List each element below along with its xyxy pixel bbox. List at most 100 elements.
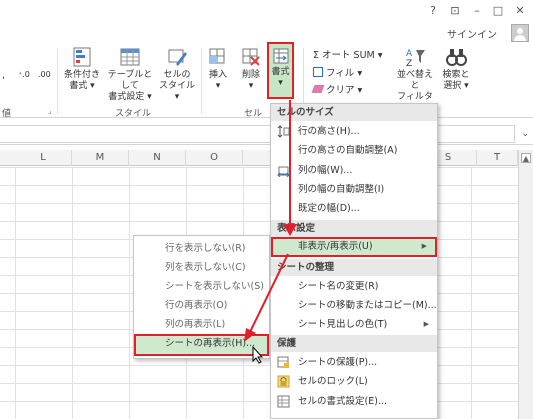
protect-sheet-icon: [277, 356, 289, 368]
format-dropdown-arrow: ▾: [278, 78, 283, 88]
cell-styles-icon: [168, 49, 187, 66]
menu-item-hide-unhide[interactable]: 非表示/再表示(U) ▶: [271, 237, 437, 257]
find-select-label: 検索と: [442, 70, 470, 80]
find-select-button[interactable]: 検索と 選択 ▾: [439, 46, 473, 92]
group-label-cells: セル: [244, 109, 263, 119]
format-button[interactable]: 書式 ▾: [267, 42, 294, 99]
cell-styles-label-2: スタイル ▾: [158, 81, 195, 102]
conditional-formatting-icon: [73, 47, 91, 67]
delete-cells-dropdown-arrow: ▾: [248, 81, 254, 91]
conditional-formatting-label-2: 書式 ▾: [69, 81, 95, 91]
delete-cells-icon: [242, 48, 260, 66]
sort-filter-label: 並べ替えと: [396, 70, 433, 91]
cell-styles-label: セルの: [163, 70, 191, 80]
column-header-m[interactable]: M: [72, 150, 129, 166]
sign-in-link[interactable]: サインイン: [447, 26, 497, 41]
menu-item-protect-sheet[interactable]: シートの保護(P)...: [271, 353, 437, 372]
menu-item-autofit-column-width[interactable]: 列の幅の自動調整(I): [271, 180, 437, 199]
column-header-n[interactable]: N: [129, 150, 186, 166]
format-dropdown-menu: セルのサイズ 行の高さ(H)... 行の高さの自動調整(A) 列の幅(W)...…: [270, 103, 438, 419]
format-as-table-button[interactable]: テーブルとして 書式設定 ▾: [104, 46, 156, 103]
menu-item-lock-cell[interactable]: セルのロック(L): [271, 372, 437, 391]
column-width-label: 列の幅(W)...: [298, 165, 353, 176]
user-avatar-icon[interactable]: [511, 24, 529, 42]
section-header-organize-sheets: シートの整理: [271, 259, 437, 276]
row-height-label: 行の高さ(H)...: [298, 126, 360, 137]
section-header-cell-size: セルのサイズ: [271, 104, 437, 121]
format-label: 書式: [271, 67, 290, 77]
binoculars-icon: [446, 49, 467, 66]
submenu-arrow-icon: ▶: [423, 320, 429, 328]
divider: [57, 48, 58, 114]
column-headers: L M N O S T: [0, 150, 533, 166]
menu-item-format-cells[interactable]: セルの書式設定(E)...: [271, 392, 437, 411]
format-cells-dialog-icon: [277, 395, 290, 408]
group-label-styles: スタイル: [115, 109, 152, 119]
fill-button[interactable]: フィル ▾: [313, 65, 362, 79]
submenu-arrow-icon: ▶: [421, 242, 427, 250]
close-button[interactable]: ✕: [512, 4, 528, 17]
lock-cell-label: セルのロック(L): [298, 376, 368, 387]
delete-cells-button[interactable]: 削除 ▾: [238, 46, 264, 92]
menu-item-tab-color[interactable]: シート見出しの色(T) ▶: [271, 315, 437, 334]
tab-color-label: シート見出しの色(T): [298, 319, 388, 330]
comma-style-button[interactable]: ,: [2, 70, 5, 81]
guide-arrow-diagonal: [244, 253, 289, 342]
number-launcher-icon[interactable]: ⌟: [48, 106, 52, 115]
column-header-o[interactable]: O: [186, 150, 243, 166]
protect-sheet-label: シートの保護(P)...: [298, 357, 378, 368]
column-header-l[interactable]: L: [15, 150, 72, 166]
decrease-decimal-button[interactable]: .00: [38, 70, 51, 79]
column-header-t[interactable]: T: [477, 150, 518, 166]
divider: [201, 48, 202, 114]
insert-cells-button[interactable]: 挿入 ▾: [205, 46, 231, 92]
ribbon-home: , ⁺.0 .00 値 ⌟ 条件付き 書式 ▾ テーブルとして 書式設定 ▾ セ…: [0, 42, 533, 119]
eraser-icon: [311, 85, 325, 93]
format-as-table-label: テーブルとして: [107, 70, 153, 91]
format-cells-label: セルの書式設定(E)...: [298, 396, 387, 407]
menu-item-default-width[interactable]: 既定の幅(D)...: [271, 199, 437, 218]
delete-cells-label: 削除: [241, 70, 260, 80]
guide-arrow-head-icon: [283, 224, 297, 236]
group-label-number: 値: [2, 109, 12, 119]
insert-cells-dropdown-arrow: ▾: [215, 81, 221, 91]
excel-window: ? ⊡ – □ ✕ サインイン , ⁺.0 .00 値 ⌟ 条件付き 書式 ▾: [0, 0, 533, 419]
conditional-formatting-button[interactable]: 条件付き 書式 ▾: [60, 46, 104, 92]
svg-text:Z: Z: [406, 59, 412, 68]
formula-bar: ⌄: [0, 123, 533, 145]
clear-label: クリア ▾: [326, 85, 363, 96]
menu-item-row-height[interactable]: 行の高さ(H)...: [271, 122, 437, 141]
format-as-table-label-2: 書式設定 ▾: [108, 92, 152, 102]
menu-item-rename-sheet[interactable]: シート名の変更(R): [271, 277, 437, 296]
minimize-button[interactable]: –: [469, 4, 485, 17]
guide-arrow-line: [289, 100, 291, 228]
section-header-protection: 保護: [271, 335, 437, 352]
scroll-up-arrow-icon[interactable]: ▲: [521, 153, 531, 163]
vertical-scrollbar[interactable]: ▲: [518, 150, 533, 419]
cell-styles-button[interactable]: セルの スタイル ▾: [157, 46, 197, 103]
hide-unhide-label: 非表示/再表示(U): [298, 241, 373, 252]
svg-text:A: A: [406, 49, 413, 59]
conditional-formatting-label: 条件付き: [63, 70, 100, 80]
expand-formula-bar-button[interactable]: ⌄: [521, 129, 529, 139]
fill-label: フィル ▾: [326, 68, 363, 79]
menu-item-column-width[interactable]: 列の幅(W)...: [271, 161, 437, 180]
maximize-button[interactable]: □: [490, 4, 506, 17]
fill-down-icon: [313, 67, 323, 77]
format-as-table-icon: [120, 48, 140, 66]
increase-decimal-button[interactable]: ⁺.0: [18, 70, 30, 79]
sort-filter-icon: A Z: [406, 49, 425, 68]
menu-item-autofit-row-height[interactable]: 行の高さの自動調整(A): [271, 141, 437, 160]
mouse-cursor-icon: [252, 346, 264, 364]
autosum-button[interactable]: Σ オート SUM ▾: [313, 47, 383, 61]
insert-cells-icon: [209, 48, 225, 64]
help-button[interactable]: ?: [425, 4, 441, 17]
title-bar: ? ⊡ – □ ✕: [0, 0, 533, 22]
lock-icon: [277, 375, 290, 388]
ribbon-display-options-button[interactable]: ⊡: [447, 4, 463, 17]
find-select-label-2: 選択 ▾: [443, 81, 469, 91]
insert-cells-label: 挿入: [208, 70, 227, 80]
format-cells-icon: [273, 48, 288, 64]
menu-item-move-copy-sheet[interactable]: シートの移動またはコピー(M)...: [271, 296, 437, 315]
clear-button[interactable]: クリア ▾: [311, 82, 363, 96]
